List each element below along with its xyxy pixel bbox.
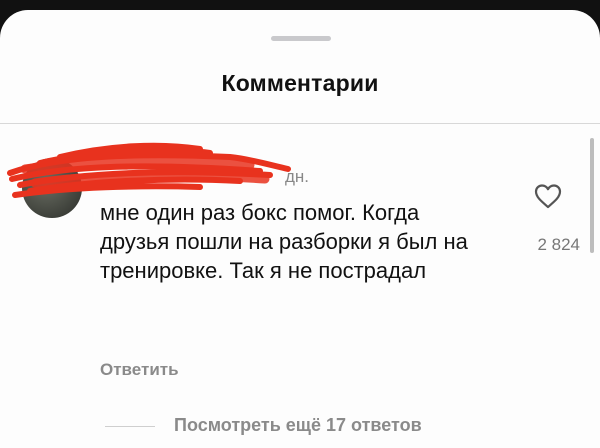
reply-button[interactable]: Ответить [100,360,179,380]
view-replies-button[interactable]: Посмотреть ещё 17 ответов [174,415,422,436]
comment-text: мне один раз бокс помог. Когда друзья по… [100,200,468,283]
sheet-title: Комментарии [221,70,379,96]
header-divider [0,123,600,124]
avatar[interactable] [22,158,82,218]
comments-sheet: Комментарии дн. мне один раз бокс помог.… [0,10,600,448]
sheet-grabber[interactable] [271,36,331,41]
scrollbar[interactable] [590,138,594,253]
replies-divider-line [105,426,155,427]
like-count: 2 824 [537,235,580,254]
heart-icon[interactable] [533,182,563,210]
comment-timestamp: дн. [285,167,310,186]
